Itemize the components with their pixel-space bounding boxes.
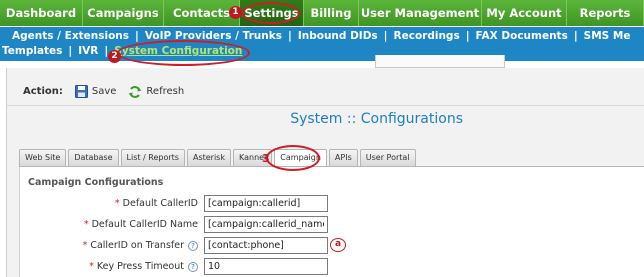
tab-asterisk[interactable]: Asterisk <box>186 149 231 166</box>
subnav-system-configuration[interactable]: System Configuration <box>114 44 242 59</box>
nav-billing[interactable]: Billing <box>304 0 359 26</box>
key-press-timeout-input[interactable] <box>204 258 328 275</box>
subnav-separator: | <box>573 30 578 42</box>
field-default-callerid: * Default CallerID <box>20 194 644 214</box>
hidden-select-edge <box>375 55 505 68</box>
campaign-config-panel: Campaign Configurations * Default CallerI… <box>19 167 644 277</box>
refresh-icon <box>128 85 142 98</box>
callout-number-2: 2 <box>108 50 121 63</box>
field-label: * Default CallerID <box>115 198 198 209</box>
subnav-separator: | <box>135 30 139 42</box>
default-callerid-name-input[interactable] <box>204 216 328 233</box>
callout-number-3: 3 <box>262 152 270 165</box>
subnav-recordings[interactable]: Recordings <box>394 29 460 44</box>
tab-apis[interactable]: APIs <box>328 149 358 166</box>
subnav-separator: | <box>465 30 470 42</box>
subnav-inbound-dids[interactable]: Inbound DIDs <box>298 29 378 44</box>
callout-number-1: 1 <box>229 6 242 19</box>
callerid-on-transfer-input[interactable] <box>204 237 328 254</box>
tab-campaign[interactable]: Campaign <box>274 149 327 166</box>
action-bar: Action: Save Refresh <box>7 78 644 106</box>
refresh-label: Refresh <box>146 86 185 97</box>
field-label: * Default CallerID Name <box>84 219 198 230</box>
help-icon[interactable]: ? <box>188 240 198 251</box>
nav-dashboard[interactable]: Dashboard <box>0 0 83 26</box>
section-title: Campaign Configurations <box>28 177 164 188</box>
subnav-templates[interactable]: Templates <box>2 44 62 59</box>
nav-settings[interactable]: Settings <box>240 0 304 26</box>
nav-my-account[interactable]: My Account <box>482 0 567 26</box>
field-label-text: Default CallerID Name <box>91 219 198 230</box>
field-label-text: Key Press Timeout <box>96 261 184 272</box>
tab-database[interactable]: Database <box>68 149 119 166</box>
action-label: Action: <box>23 86 63 97</box>
config-tabs: Web Site Database List / Reports Asteris… <box>19 149 418 166</box>
content-area: Action: Save Refresh System :: Configura… <box>6 68 644 277</box>
help-icon[interactable]: ? <box>188 261 198 272</box>
subnav-separator: | <box>288 30 292 42</box>
subnav-voip-providers[interactable]: VoIP Providers / Trunks <box>145 29 282 44</box>
field-label: * CallerID on Transfer? <box>83 240 198 251</box>
subnav-sms-templates[interactable]: SMS Me <box>584 29 631 44</box>
nav-reports[interactable]: Reports <box>567 0 644 26</box>
top-navigation: Dashboard Campaigns Contacts Settings Bi… <box>0 0 644 26</box>
required-marker: * <box>82 240 88 251</box>
nav-user-management[interactable]: User Management <box>359 0 482 26</box>
floppy-disk-icon <box>74 85 88 98</box>
refresh-button[interactable]: Refresh <box>128 85 184 99</box>
field-label-text: CallerID on Transfer <box>90 240 184 251</box>
nav-campaigns[interactable]: Campaigns <box>83 0 164 26</box>
field-label-text: Default CallerID <box>122 198 198 209</box>
required-marker: * <box>89 261 94 272</box>
subnav-ivr[interactable]: IVR <box>78 44 98 59</box>
required-marker: * <box>114 198 120 209</box>
subnav-separator: | <box>383 30 388 42</box>
field-label: * Key Press Timeout? <box>89 261 198 272</box>
field-default-callerid-name: * Default CallerID Name <box>20 215 644 235</box>
required-marker: * <box>83 219 89 230</box>
save-label: Save <box>91 86 117 97</box>
subnav-fax-documents[interactable]: FAX Documents <box>476 29 568 44</box>
page-title: System :: Configurations <box>290 111 463 127</box>
tab-web-site[interactable]: Web Site <box>19 149 67 166</box>
callout-marker-a: a <box>330 238 346 252</box>
tab-list-reports[interactable]: List / Reports <box>120 149 185 166</box>
tab-user-portal[interactable]: User Portal <box>359 149 416 166</box>
field-key-press-timeout: * Key Press Timeout? <box>20 257 644 277</box>
save-button[interactable]: Save <box>74 85 117 98</box>
subnav-separator: | <box>68 45 73 57</box>
settings-subnav: Agents / Extensions | VoIP Providers / Tru… <box>0 27 644 61</box>
default-callerid-input[interactable] <box>204 195 328 212</box>
subnav-agents-extensions[interactable]: Agents / Extensions <box>12 29 129 44</box>
